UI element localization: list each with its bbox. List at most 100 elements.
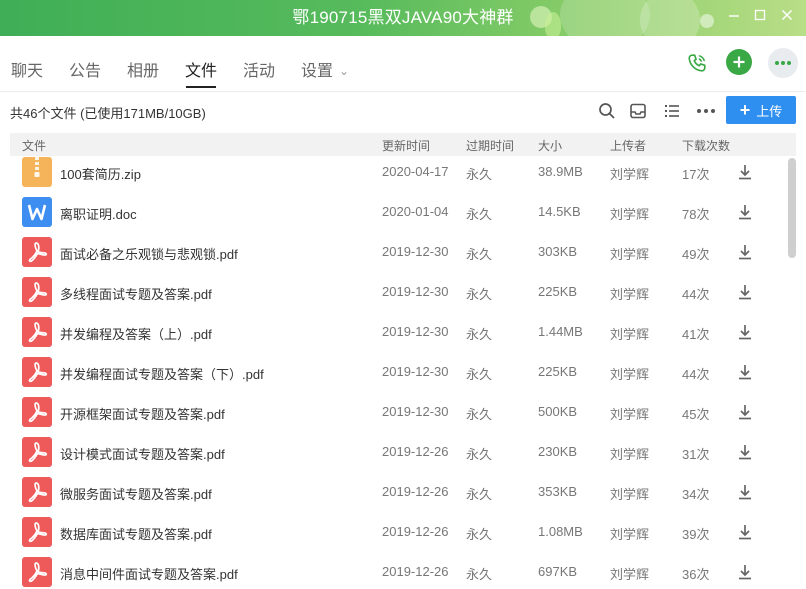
row-filename[interactable]: 并发编程及答案（上）.pdf [60,324,212,343]
zip-file-icon [22,157,52,187]
doc-file-icon [22,197,52,227]
row-filename[interactable]: 消息中间件面试专题及答案.pdf [60,564,238,583]
row-size: 303KB [538,244,578,259]
upload-label: 上传 [756,103,783,119]
table-row[interactable]: 并发编程面试专题及答案（下）.pdf 2019-12-30 永久 225KB 刘学辉 44… [0,352,790,392]
row-expires: 永久 [466,567,493,582]
download-icon[interactable] [736,243,754,261]
maximize-icon[interactable] [748,6,772,28]
table-row[interactable]: 离职证明.doc 2020-01-04 永久 14.5KB 刘学辉 78次 [0,192,790,232]
phone-icon[interactable] [682,48,712,78]
table-row[interactable]: 微服务面试专题及答案.pdf 2019-12-26 永久 353KB 刘学辉 34次 [0,472,790,512]
row-filename[interactable]: 数据库面试专题及答案.pdf [60,524,212,543]
download-icon[interactable] [736,203,754,221]
row-size: 353KB [538,484,578,499]
file-summary: 共46个文件 (已使用171MB/10GB) [10,106,206,121]
row-filename[interactable]: 并发编程面试专题及答案（下）.pdf [60,364,264,383]
row-updated: 2019-12-30 [382,364,449,379]
scrollbar[interactable] [788,156,798,589]
row-size: 14.5KB [538,204,581,219]
row-filename[interactable]: 离职证明.doc [60,204,137,223]
download-icon[interactable] [736,363,754,381]
row-filename[interactable]: 设计模式面试专题及答案.pdf [60,444,225,463]
tab-announcement[interactable]: 公告 [69,57,101,83]
row-filename[interactable]: 微服务面试专题及答案.pdf [60,484,212,503]
row-downloads: 39次 [682,527,710,542]
table-row[interactable]: 100套简历.zip 2020-04-17 永久 38.9MB 刘学辉 17次 [0,152,790,192]
row-uploader: 刘学辉 [610,487,650,502]
row-updated: 2019-12-30 [382,324,449,339]
table-row[interactable]: 消息中间件面试专题及答案.pdf 2019-12-26 永久 697KB 刘学辉 36次 [0,552,790,589]
row-size: 225KB [538,364,578,379]
tab-files[interactable]: 文件 [185,57,217,83]
download-icon[interactable] [736,483,754,501]
row-filename[interactable]: 面试必备之乐观锁与悲观锁.pdf [60,244,238,263]
scrollbar-thumb[interactable] [788,158,796,258]
row-downloads: 78次 [682,207,710,222]
row-uploader: 刘学辉 [610,407,650,422]
list-view-icon[interactable] [661,100,683,122]
table-row[interactable]: 多线程面试专题及答案.pdf 2019-12-30 永久 225KB 刘学辉 44次 [0,272,790,312]
pdf-file-icon [22,397,52,427]
row-expires: 永久 [466,167,493,182]
download-icon[interactable] [736,163,754,181]
table-row[interactable]: 开源框架面试专题及答案.pdf 2019-12-30 永久 500KB 刘学辉 45次 [0,392,790,432]
row-expires: 永久 [466,207,493,222]
row-size: 225KB [538,284,578,299]
add-icon[interactable] [726,49,752,75]
window-title: 鄂190715黑双JAVA90大神群 [292,8,514,27]
download-icon[interactable] [736,563,754,581]
minimize-icon[interactable] [722,6,746,28]
table-row[interactable]: 面试必备之乐观锁与悲观锁.pdf 2019-12-30 永久 303KB 刘学辉 49次 [0,232,790,272]
tab-activity[interactable]: 活动 [243,57,275,83]
tab-settings[interactable]: 设置 ⌄ [301,57,349,83]
pdf-file-icon [22,237,52,267]
pdf-file-icon [22,277,52,307]
row-downloads: 31次 [682,447,710,462]
row-expires: 永久 [466,447,493,462]
row-size: 1.08MB [538,524,583,539]
row-updated: 2019-12-26 [382,444,449,459]
row-uploader: 刘学辉 [610,327,650,342]
pdf-file-icon [22,437,52,467]
more-options-icon[interactable] [768,48,798,78]
upload-button[interactable]: + 上传 [726,96,796,124]
table-row[interactable]: 设计模式面试专题及答案.pdf 2019-12-26 永久 230KB 刘学辉 31次 [0,432,790,472]
row-downloads: 45次 [682,407,710,422]
row-filename[interactable]: 100套简历.zip [60,164,141,183]
row-filename[interactable]: 开源框架面试专题及答案.pdf [60,404,225,423]
search-icon[interactable] [596,100,618,122]
tab-album[interactable]: 相册 [127,57,159,83]
download-icon[interactable] [736,523,754,541]
pdf-file-icon [22,477,52,507]
row-updated: 2019-12-30 [382,284,449,299]
row-expires: 永久 [466,327,493,342]
row-uploader: 刘学辉 [610,167,650,182]
row-updated: 2019-12-26 [382,524,449,539]
inbox-icon[interactable] [627,100,649,122]
download-icon[interactable] [736,443,754,461]
row-filename[interactable]: 多线程面试专题及答案.pdf [60,284,212,303]
row-updated: 2019-12-30 [382,244,449,259]
row-downloads: 41次 [682,327,710,342]
more-icon[interactable] [695,100,717,122]
table-row[interactable]: 并发编程及答案（上）.pdf 2019-12-30 永久 1.44MB 刘学辉 41次 [0,312,790,352]
row-updated: 2020-04-17 [382,164,449,179]
row-size: 38.9MB [538,164,583,179]
pdf-file-icon [22,317,52,347]
row-downloads: 34次 [682,487,710,502]
row-downloads: 17次 [682,167,710,182]
close-icon[interactable] [775,6,799,28]
tab-chat[interactable]: 聊天 [11,57,43,83]
row-size: 500KB [538,404,578,419]
download-icon[interactable] [736,323,754,341]
pdf-file-icon [22,357,52,387]
download-icon[interactable] [736,283,754,301]
row-updated: 2020-01-04 [382,204,449,219]
row-downloads: 44次 [682,367,710,382]
file-toolbar: 共46个文件 (已使用171MB/10GB) [0,92,806,130]
table-row[interactable]: 数据库面试专题及答案.pdf 2019-12-26 永久 1.08MB 刘学辉 39次 [0,512,790,552]
download-icon[interactable] [736,403,754,421]
row-updated: 2019-12-26 [382,564,449,579]
row-expires: 永久 [466,247,493,262]
